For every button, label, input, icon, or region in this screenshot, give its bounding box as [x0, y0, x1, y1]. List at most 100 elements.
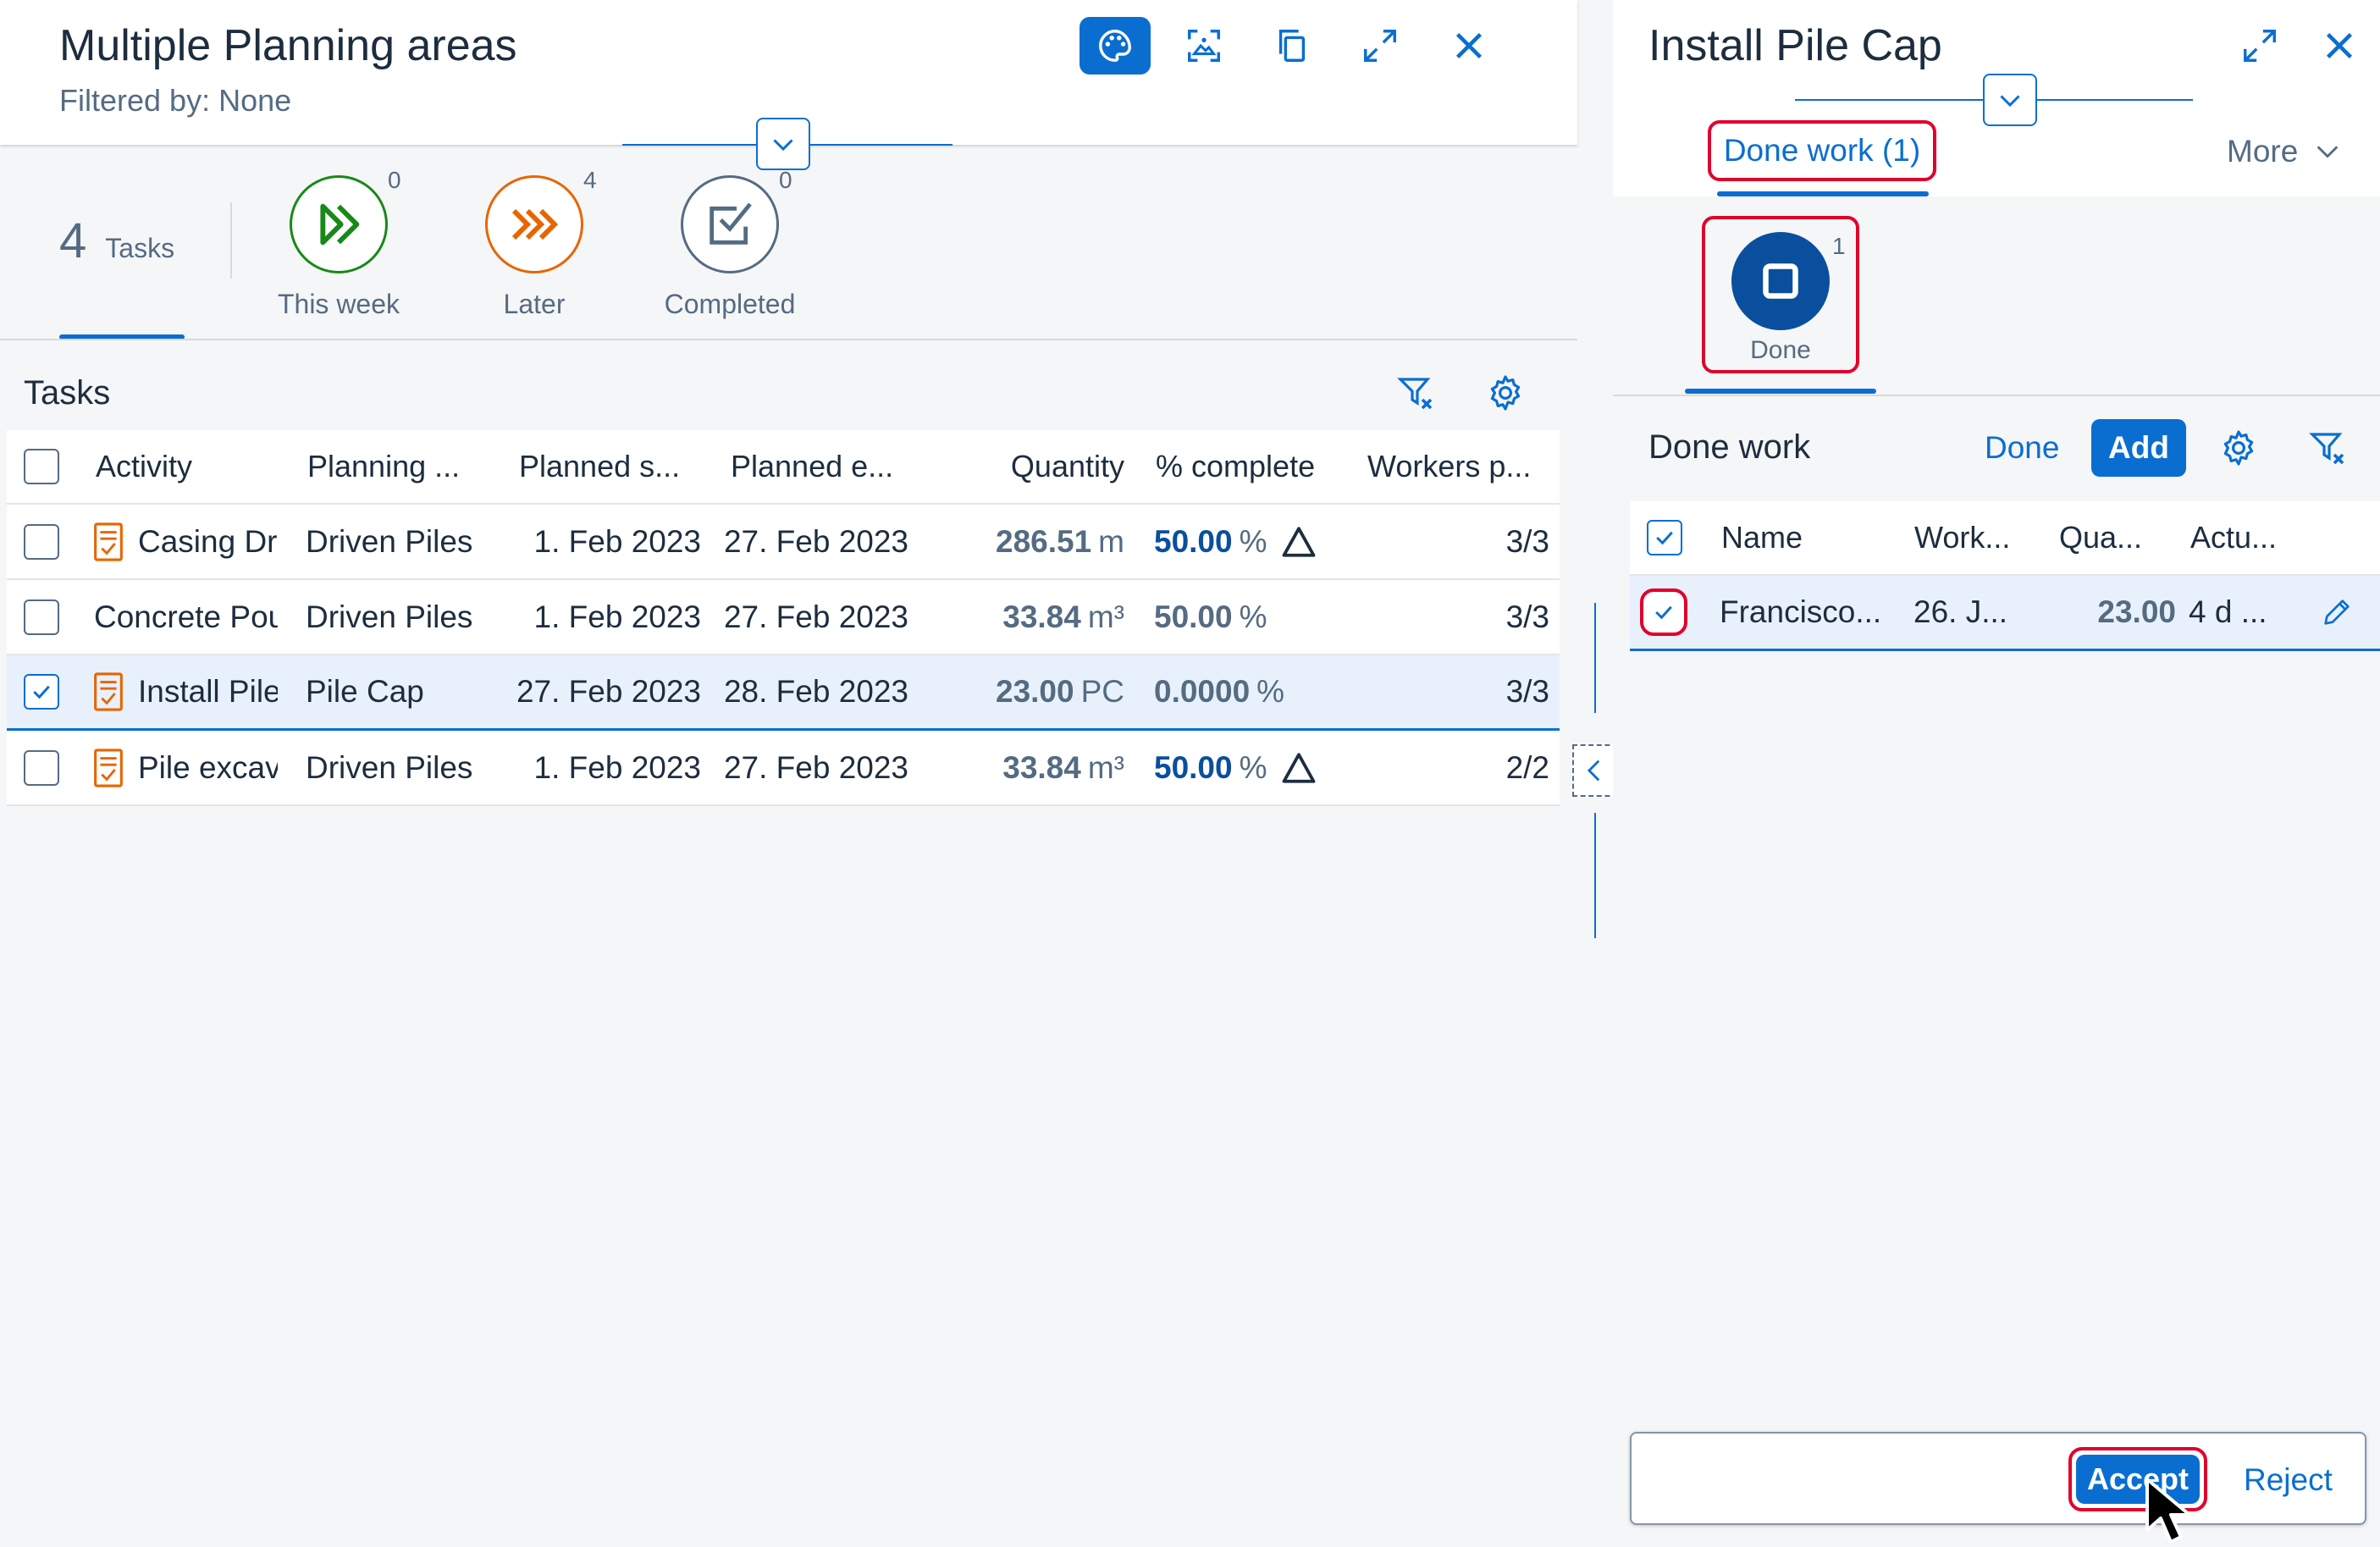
percent-complete-cell: 50.00% [1154, 523, 1267, 559]
planned-start-cell: 1. Feb 2023 [533, 523, 701, 559]
tab-done-work[interactable]: Done work (1) [1708, 120, 1936, 181]
splitter-line-top [1594, 603, 1596, 713]
table-row[interactable]: Concrete Pou Driven Piles 1. Feb 2023 27… [7, 580, 1560, 655]
column-header-activity[interactable]: Activity [96, 430, 290, 503]
percent-complete-cell: 50.00% [1154, 599, 1267, 634]
done-label: Done [1750, 336, 1811, 364]
checkbox-checked[interactable] [1647, 520, 1682, 555]
column-header-quantity[interactable]: Quantity [938, 430, 1124, 503]
kpi-later[interactable]: 4 Later [441, 167, 627, 328]
done-work-clear-filter-button[interactable] [2307, 428, 2348, 472]
activity-cell: Concrete Pou [94, 599, 278, 634]
stop-square-icon [1763, 263, 1798, 299]
row-checkbox-checked[interactable] [1648, 596, 1680, 628]
work-cell: 26. J... [1913, 594, 2008, 629]
column-header-planned-end[interactable]: Planned e... [731, 430, 925, 503]
kpi-completed[interactable]: 0 Completed [637, 167, 823, 328]
splitter-line-bottom [1594, 813, 1596, 938]
double-chevron-right-icon [320, 203, 360, 246]
select-all-checkbox[interactable] [1647, 501, 1682, 574]
planning-area-cell: Pile Cap [306, 674, 424, 709]
workers-cell: 3/3 [1505, 523, 1549, 559]
done-button[interactable]: Done [1985, 430, 2059, 466]
kpi-this-week[interactable]: 0 This week [246, 167, 432, 328]
filter-clear-icon [1397, 378, 1433, 410]
close-button[interactable] [1433, 17, 1505, 75]
detail-close-button[interactable] [2304, 17, 2375, 75]
workers-cell: 3/3 [1505, 674, 1549, 709]
palette-icon [1099, 30, 1131, 62]
row-checkbox[interactable] [24, 749, 59, 786]
tasks-label: Tasks [105, 233, 175, 263]
row-checkbox-cell[interactable] [24, 505, 59, 578]
done-work-settings-button[interactable] [2218, 428, 2259, 472]
warning-icon [1281, 731, 1317, 804]
this-week-circle [290, 175, 388, 273]
table-row[interactable]: Casing Dr Driven Piles 1. Feb 2023 27. F… [7, 505, 1560, 580]
kpi-tasks[interactable]: 4 Tasks [59, 213, 174, 269]
gear-icon [1490, 375, 1521, 411]
expand-icon [2244, 30, 2276, 62]
column-header-name[interactable]: Name [1721, 501, 1891, 574]
planned-end-cell: 28. Feb 2023 [723, 674, 908, 709]
done-circle [1731, 232, 1830, 330]
completed-label: Completed [664, 289, 796, 319]
row-checkbox-cell[interactable] [24, 580, 59, 654]
done-status-tile[interactable]: 1 Done [1702, 216, 1859, 373]
column-header-work[interactable]: Work... [1914, 501, 2050, 574]
detail-collapse-header-button[interactable] [1983, 74, 2037, 126]
row-checkbox[interactable] [24, 523, 59, 560]
activity-cell: Pile excav [138, 749, 278, 785]
row-checkbox-cell[interactable] [24, 655, 59, 728]
pencil-icon [2324, 599, 2350, 625]
add-button[interactable]: Add [2091, 419, 2186, 477]
row-checkbox-checked[interactable] [24, 674, 59, 710]
checkbox[interactable] [24, 449, 59, 484]
select-all-checkbox[interactable] [24, 430, 59, 503]
column-header-percent-complete[interactable]: % complete [1156, 430, 1359, 503]
page-title: Multiple Planning areas [59, 21, 517, 70]
planning-area-cell: Driven Piles [306, 599, 473, 634]
close-icon [1455, 32, 1483, 59]
row-checkbox-cell[interactable] [1640, 576, 1687, 649]
activity-cell: Casing Dr [138, 523, 278, 559]
reject-button[interactable]: Reject [2244, 1462, 2333, 1498]
detail-fullscreen-button[interactable] [2224, 17, 2295, 75]
percent-complete-cell: 0.0000% [1154, 674, 1285, 709]
detail-header: Install Pile Cap Done work (1) More [1613, 0, 2380, 196]
highlighted-checkbox[interactable] [1640, 588, 1687, 636]
row-checkbox-cell[interactable] [24, 731, 59, 804]
column-header-planning-area[interactable]: Planning ... [307, 430, 502, 503]
chevron-down-icon [2000, 95, 2020, 108]
checkmark-icon [33, 685, 50, 699]
table-settings-button[interactable] [1485, 373, 1526, 417]
column-header-quantity[interactable]: Qua... [2059, 501, 2178, 574]
edit-button[interactable] [2320, 576, 2354, 649]
planning-area-cell: Driven Piles [306, 749, 473, 785]
more-tabs-button[interactable]: More [2227, 134, 2342, 169]
table-row-selected[interactable]: Install Pile Pile Cap 27. Feb 2023 28. F… [7, 655, 1560, 731]
focus-button[interactable] [1168, 17, 1240, 75]
column-header-actual[interactable]: Actu... [2190, 501, 2309, 574]
clear-filter-button[interactable] [1395, 373, 1436, 417]
done-work-row-selected[interactable]: Francisco... 26. J... 23.00 4 d ... [1630, 576, 2380, 651]
theme-button[interactable] [1080, 17, 1151, 75]
planning-area-cell: Driven Piles [306, 523, 473, 559]
chevron-left-icon [1587, 760, 1600, 782]
done-count: 1 [1832, 233, 1846, 259]
column-header-workers[interactable]: Workers p... [1367, 430, 1554, 503]
row-checkbox[interactable] [24, 599, 59, 635]
workers-cell: 3/3 [1505, 599, 1549, 634]
splitter-collapse-button[interactable] [1572, 744, 1618, 797]
completed-circle [681, 175, 779, 273]
chevron-down-icon [2316, 146, 2339, 158]
kpi-divider [230, 202, 232, 279]
table-row[interactable]: Pile excav Driven Piles 1. Feb 2023 27. … [7, 731, 1560, 806]
quantity-cell: 286.51 m [996, 523, 1124, 559]
task-doc-icon [93, 655, 124, 728]
fullscreen-button[interactable] [1345, 17, 1416, 75]
more-label: More [2227, 134, 2299, 169]
planned-end-cell: 27. Feb 2023 [723, 749, 908, 785]
column-header-planned-start[interactable]: Planned s... [519, 430, 714, 503]
copy-button[interactable] [1256, 17, 1328, 75]
